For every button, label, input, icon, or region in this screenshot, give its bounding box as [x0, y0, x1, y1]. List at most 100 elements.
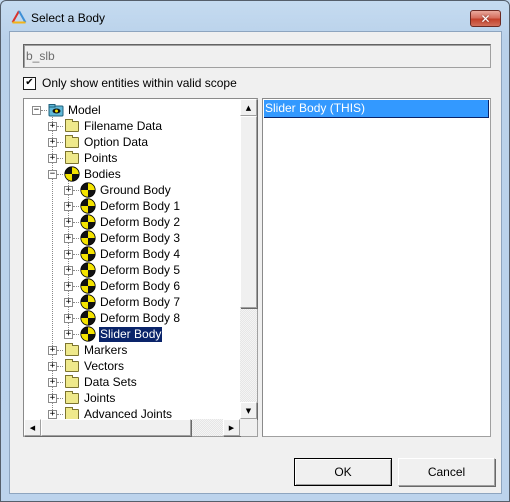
valid-scope-checkbox[interactable]: ✔ — [23, 76, 36, 90]
tree-item-label: Deform Body 6 — [100, 278, 181, 293]
selection-list-pane[interactable]: Slider Body (THIS) — [262, 98, 491, 437]
entity-name-field[interactable]: b_slb — [23, 44, 491, 68]
tree-item-label: Bodies — [84, 166, 121, 181]
body-icon — [80, 294, 96, 310]
folder-icon — [65, 134, 79, 148]
entity-name-value: b_slb — [26, 49, 55, 63]
expand-icon[interactable]: + — [48, 409, 63, 419]
tree-item[interactable]: + Deform Body 8 — [64, 310, 181, 326]
ok-button-label: OK — [334, 465, 352, 479]
model-icon — [48, 104, 64, 117]
folder-icon — [65, 406, 79, 419]
tree-item-label: Points — [84, 150, 118, 165]
selection-list-item[interactable]: Slider Body (THIS) — [264, 100, 489, 118]
collapse-icon[interactable]: − — [32, 105, 47, 115]
tree-vertical-scrollbar[interactable]: ▲ ▼ — [240, 99, 257, 419]
expand-icon[interactable]: + — [48, 121, 63, 131]
window-title: Select a Body — [31, 11, 106, 25]
tree-item[interactable]: + Deform Body 3 — [64, 230, 181, 246]
expand-icon[interactable]: + — [64, 185, 79, 195]
scroll-right-button[interactable]: ▶ — [223, 419, 240, 436]
body-icon — [80, 326, 96, 342]
tree-item-label: Slider Body — [99, 326, 163, 342]
expand-icon[interactable]: + — [48, 137, 63, 147]
arrow-up-icon: ▲ — [245, 103, 252, 112]
ok-button[interactable]: OK — [294, 458, 392, 486]
expand-icon[interactable]: + — [64, 313, 79, 323]
tree-item[interactable]: + Option Data — [48, 134, 149, 150]
expand-icon[interactable]: + — [64, 233, 79, 243]
body-icon — [80, 230, 96, 246]
folder-icon — [65, 390, 79, 404]
tree-item[interactable]: + Deform Body 6 — [64, 278, 181, 294]
tree-item[interactable]: + Points — [48, 150, 118, 166]
tree-item[interactable]: + Deform Body 7 — [64, 294, 181, 310]
expand-icon[interactable]: + — [64, 265, 79, 275]
tree-item[interactable]: + Deform Body 4 — [64, 246, 181, 262]
cancel-button[interactable]: Cancel — [398, 458, 495, 486]
tree-item[interactable]: + Joints — [48, 390, 116, 406]
tree-item-label: Data Sets — [84, 374, 137, 389]
tree-item-label: Advanced Joints — [84, 406, 173, 420]
tree-item[interactable]: + Vectors — [48, 358, 125, 374]
expand-icon[interactable]: + — [64, 297, 79, 307]
expand-icon[interactable]: + — [64, 217, 79, 227]
tree-item-label: Vectors — [84, 358, 125, 373]
folder-icon — [65, 358, 79, 372]
folder-icon — [65, 118, 79, 132]
body-icon — [80, 198, 96, 214]
scroll-left-button[interactable]: ◀ — [24, 419, 41, 436]
close-icon: ✕ — [480, 11, 491, 26]
model-tree-pane: − Model + Filename Data + Option Data + Points −… — [23, 98, 258, 437]
close-button[interactable]: ✕ — [470, 10, 501, 27]
tree-item[interactable]: + Deform Body 5 — [64, 262, 181, 278]
tree-item[interactable]: + Advanced Joints — [48, 406, 173, 419]
expand-icon[interactable]: + — [48, 345, 63, 355]
model-tree[interactable]: − Model + Filename Data + Option Data + Points −… — [24, 99, 240, 419]
folder-icon — [65, 374, 79, 388]
body-icon — [80, 182, 96, 198]
cancel-button-label: Cancel — [427, 465, 466, 479]
dialog-client-area: b_slb ✔ Only show entities within valid … — [9, 31, 502, 494]
arrow-down-icon: ▼ — [245, 406, 252, 415]
select-body-dialog: Select a Body ✕ b_slb ✔ Only show entiti… — [0, 0, 510, 502]
altair-logo-icon — [11, 10, 27, 24]
tree-item[interactable]: + Ground Body — [64, 182, 172, 198]
tree-item-label: Deform Body 7 — [100, 294, 181, 309]
title-bar[interactable]: Select a Body ✕ — [1, 1, 509, 33]
expand-icon[interactable]: + — [48, 153, 63, 163]
tree-item[interactable]: + Deform Body 1 — [64, 198, 181, 214]
scroll-down-button[interactable]: ▼ — [240, 402, 257, 419]
tree-item-label: Deform Body 2 — [100, 214, 181, 229]
body-icon — [64, 166, 80, 182]
valid-scope-label[interactable]: Only show entities within valid scope — [42, 76, 237, 90]
tree-horizontal-scrollbar[interactable]: ◀ ▶ — [24, 419, 240, 436]
tree-item[interactable]: − Model — [32, 102, 102, 118]
tree-item[interactable]: + Deform Body 2 — [64, 214, 181, 230]
horizontal-scroll-thumb[interactable] — [41, 419, 191, 436]
checkmark-icon: ✔ — [25, 77, 34, 88]
tree-item[interactable]: + Data Sets — [48, 374, 138, 390]
expand-icon[interactable]: + — [48, 361, 63, 371]
expand-icon[interactable]: + — [64, 281, 79, 291]
scroll-up-button[interactable]: ▲ — [240, 99, 257, 116]
scrollbar-corner — [240, 419, 257, 436]
expand-icon[interactable]: + — [48, 393, 63, 403]
expand-icon[interactable]: + — [64, 329, 79, 339]
tree-item-label: Joints — [84, 390, 116, 405]
tree-item[interactable]: − Bodies — [48, 166, 122, 182]
tree-item[interactable]: + Slider Body — [64, 326, 163, 342]
vertical-scroll-thumb[interactable] — [240, 116, 257, 308]
tree-item-label: Filename Data — [84, 118, 163, 133]
expand-icon[interactable]: + — [48, 377, 63, 387]
tree-item-label: Deform Body 4 — [100, 246, 181, 261]
tree-item[interactable]: + Markers — [48, 342, 128, 358]
body-icon — [80, 214, 96, 230]
tree-item-label: Deform Body 3 — [100, 230, 181, 245]
expand-icon[interactable]: + — [64, 201, 79, 211]
expand-icon[interactable]: + — [64, 249, 79, 259]
scope-filter-row[interactable]: ✔ Only show entities within valid scope — [23, 75, 237, 91]
selection-list-item-label: Slider Body (THIS) — [265, 101, 366, 115]
collapse-icon[interactable]: − — [48, 169, 63, 179]
tree-item[interactable]: + Filename Data — [48, 118, 163, 134]
